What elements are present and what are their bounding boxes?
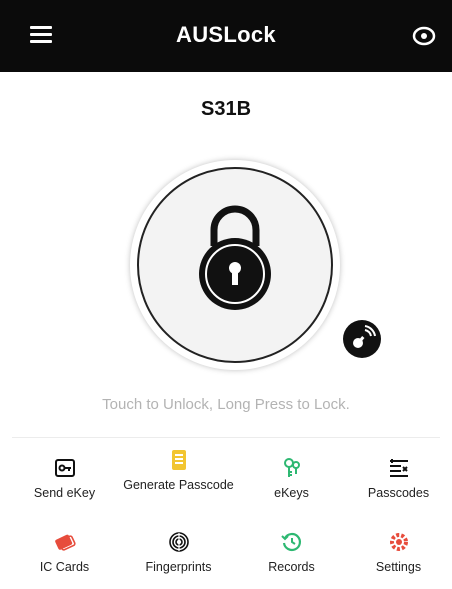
send-ekey-label: Send eKey bbox=[33, 486, 96, 500]
app-title: AUSLock bbox=[176, 22, 276, 47]
records-label: Records bbox=[268, 560, 315, 574]
lock-name: S31B bbox=[200, 98, 252, 120]
records-button[interactable]: Records bbox=[235, 530, 348, 575]
settings-icon bbox=[389, 533, 408, 551]
records-icon bbox=[280, 532, 301, 552]
fingerprints-button[interactable]: Fingerprints bbox=[122, 530, 235, 575]
generate-passcode-button[interactable]: Generate Passcode bbox=[122, 448, 235, 493]
unlock-button[interactable] bbox=[130, 160, 340, 370]
ekeys-label: eKeys bbox=[274, 486, 309, 500]
fingerprint-icon bbox=[168, 532, 189, 552]
settings-button[interactable]: Settings bbox=[342, 530, 452, 575]
divider bbox=[12, 437, 440, 438]
passcodes-button[interactable]: Passcodes bbox=[342, 456, 452, 501]
top-app-bar: AUSLock bbox=[0, 0, 452, 72]
remote-key-icon bbox=[353, 325, 376, 348]
padlock-icon bbox=[199, 205, 271, 310]
fingerprints-label: Fingerprints bbox=[145, 560, 212, 574]
send-ekey-icon bbox=[54, 459, 75, 477]
ekeys-icon bbox=[283, 458, 300, 477]
send-ekey-button[interactable]: Send eKey bbox=[8, 456, 121, 501]
settings-label: Settings bbox=[375, 560, 422, 574]
eye-icon[interactable] bbox=[412, 25, 436, 47]
ic-cards-button[interactable]: IC Cards bbox=[8, 530, 121, 575]
generate-passcode-icon bbox=[171, 450, 186, 470]
passcodes-icon bbox=[389, 459, 408, 477]
generate-passcode-label: Generate Passcode bbox=[123, 478, 234, 492]
ekeys-button[interactable]: eKeys bbox=[235, 456, 348, 501]
remote-unlock-button[interactable] bbox=[343, 320, 381, 358]
lock-hint-text: Touch to Unlock, Long Press to Lock. bbox=[102, 396, 350, 413]
passcodes-label: Passcodes bbox=[367, 486, 430, 500]
ic-cards-icon bbox=[54, 534, 76, 551]
ic-cards-label: IC Cards bbox=[39, 560, 90, 574]
